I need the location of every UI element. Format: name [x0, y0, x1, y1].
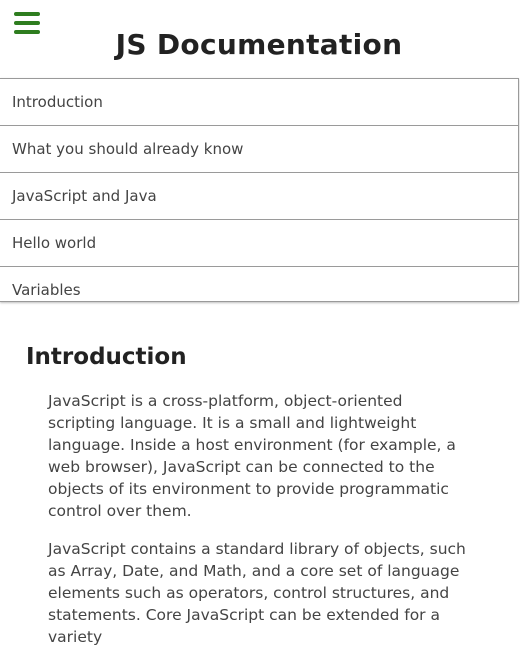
menu-bar	[14, 12, 40, 16]
nav-link-javascript-and-java[interactable]: JavaScript and Java	[0, 173, 518, 220]
nav-link-variables[interactable]: Variables	[0, 267, 518, 301]
section-introduction: Introduction JavaScript is a cross-platf…	[26, 344, 476, 648]
section-title: Introduction	[26, 344, 187, 370]
main-doc: Introduction JavaScript is a cross-platf…	[26, 344, 476, 664]
menu-bar	[14, 21, 40, 25]
nav-link-introduction[interactable]: Introduction	[0, 79, 518, 126]
nav-link-what-you-should-already-know[interactable]: What you should already know	[0, 126, 518, 173]
nav-link-hello-world[interactable]: Hello world	[0, 220, 518, 267]
paragraph: JavaScript contains a standard library o…	[48, 540, 466, 646]
page-header: JS Documentation	[0, 0, 520, 78]
navbar: Introduction What you should already kno…	[0, 78, 519, 302]
page-title: JS Documentation	[115, 28, 403, 61]
paragraph: JavaScript is a cross-platform, object-o…	[48, 392, 456, 520]
